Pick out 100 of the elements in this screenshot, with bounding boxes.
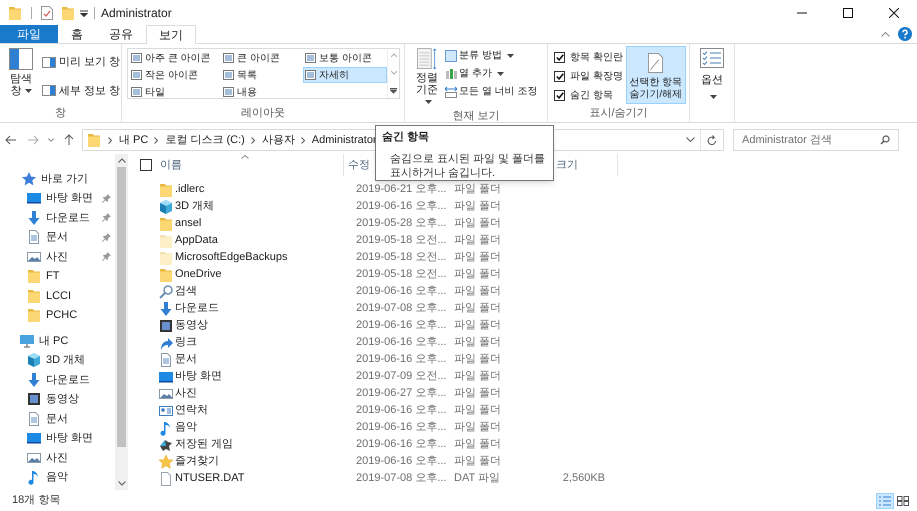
navigation-item[interactable]: 3D 개체 [0,350,115,370]
breadcrumb[interactable]: Administrator [312,132,377,148]
navigation-item[interactable]: 동영상 [0,390,115,409]
file-name[interactable]: 연락처 [175,402,208,419]
layout-option[interactable]: 목록 [221,67,303,83]
checkbox[interactable] [554,90,565,100]
document-icon [158,352,174,368]
layout-option[interactable]: 보통 아이콘 [303,50,387,66]
chevron-icon [300,136,306,144]
file-name[interactable]: 동영상 [175,317,208,334]
view-icon [131,87,142,97]
close-icon [889,8,899,18]
checkbox[interactable] [140,159,152,171]
group-by-button[interactable]: 분류 방법 [445,48,538,63]
dropdown-icon[interactable] [686,137,695,143]
navigation-item[interactable]: 다운로드 [0,370,115,390]
layout-option[interactable]: 내용 [221,84,303,100]
column-header[interactable]: 이름 [160,156,182,174]
collapse-ribbon-icon[interactable] [881,31,890,37]
layout-option[interactable]: 큰 아이콘 [221,50,303,66]
more-icon[interactable] [390,88,397,94]
file-name[interactable]: 음악 [175,419,197,436]
star-icon [158,454,174,470]
navigation-pane-button[interactable]: 탐색 창 [4,48,38,105]
file-name[interactable]: 문서 [175,351,197,368]
file-name[interactable]: 사진 [175,385,197,402]
file-name[interactable]: ansel [175,215,202,232]
file-name[interactable]: 즐겨찾기 [175,453,219,470]
file-name[interactable]: 3D 개체 [175,198,214,215]
navigation-item[interactable]: 문서 [0,228,115,247]
scroll-up-icon[interactable] [118,158,126,163]
navigation-item[interactable]: 사진 [0,247,115,266]
chevron-icon [154,136,160,144]
ribbon-tab[interactable]: 홈 [58,25,96,43]
hide-selected-button[interactable]: 선택한 항목 숨기기/해제 [626,46,686,104]
view-icon [131,53,142,63]
customize-toolbar-icon[interactable] [80,8,88,16]
layout-option[interactable]: 아주 큰 아이콘 [129,50,221,66]
navigation-item[interactable]: 바탕 화면 [0,188,115,208]
navigation-item[interactable]: 바탕 화면 [0,428,115,448]
navigation-item[interactable]: 문서 [0,409,115,428]
navigation-item[interactable]: 음악 [0,468,115,487]
breadcrumb[interactable]: 로컬 디스크 (C:) [165,132,245,148]
file-name[interactable]: AppData [175,232,218,249]
scrollbar-thumb[interactable] [117,167,126,447]
checkbox[interactable] [554,52,565,62]
search-field[interactable]: Administrator 검색 [733,129,899,151]
checkbox[interactable] [554,70,565,82]
table-cell-text: 2019-05-18 오전... [356,250,448,266]
sort-by-button[interactable]: 정렬 기준 [411,48,443,108]
folder-icon [7,4,23,20]
checked-document-icon[interactable] [40,4,54,20]
navigation-item[interactable]: PCHC [0,306,115,325]
help-icon[interactable] [898,27,912,41]
breadcrumb[interactable]: 사용자 [262,132,295,148]
details-pane-button[interactable]: 세부 정보 창 [42,82,120,99]
table-cell-text: DAT 파일 [454,471,502,486]
search-icon[interactable] [880,135,890,145]
column-header[interactable]: 수정 [348,156,370,174]
navigation-item[interactable]: 바로 가기 [0,169,115,188]
file-name[interactable]: MicrosoftEdgeBackups [175,249,288,266]
size-columns-icon [445,86,457,98]
check-icon [556,92,564,98]
preview-pane-button[interactable]: 미리 보기 창 [42,54,120,70]
file-name[interactable]: OneDrive [175,266,222,283]
cube-icon [158,198,174,214]
group-label: 현재 보기 [452,109,500,122]
breadcrumb[interactable]: 내 PC [119,132,148,148]
file-menu-button[interactable]: 파일 [0,25,58,43]
scrollbar[interactable] [115,154,128,490]
file-name[interactable]: NTUSER.DAT [175,470,244,487]
layout-option[interactable]: 타일 [129,84,221,100]
table-cell-text: 2019-06-27 오후... [356,386,448,402]
refresh-icon[interactable] [707,134,717,146]
file-name[interactable]: .idlerc [175,181,204,198]
layout-option[interactable]: 자세히 [303,67,387,83]
add-columns-button[interactable]: 열 추가 [445,66,538,81]
navigation-item[interactable]: 내 PC [0,331,115,350]
file-name[interactable]: 검색 [175,283,197,300]
file-name[interactable]: 링크 [175,334,197,351]
layout-option[interactable]: 작은 아이콘 [129,67,221,83]
options-button[interactable]: 옵션 [695,48,729,122]
navigation-item[interactable]: FT [0,266,115,286]
magnifier-icon [158,284,174,300]
large-icons-view-icon [897,496,909,506]
navigation-item[interactable]: 사진 [0,448,115,468]
film-icon [158,318,174,334]
checkbox-label: 항목 확인란 [570,50,623,64]
size-columns-button[interactable]: 모든 열 너비 조정 [445,84,538,99]
file-name[interactable]: 저장된 게임 [175,436,234,453]
ribbon-tab[interactable]: 보기 [146,25,196,44]
details-view-button[interactable] [876,492,894,508]
scroll-down-icon[interactable] [118,481,126,486]
ribbon-tab[interactable]: 공유 [96,25,146,43]
navigation-item[interactable]: 다운로드 [0,208,115,228]
item-count: 18개 항목 [12,493,60,508]
file-name[interactable]: 바탕 화면 [175,368,222,385]
column-header[interactable]: 크기 [556,156,578,174]
navigation-item[interactable]: LCCI [0,286,115,306]
file-name[interactable]: 다운로드 [175,300,219,317]
